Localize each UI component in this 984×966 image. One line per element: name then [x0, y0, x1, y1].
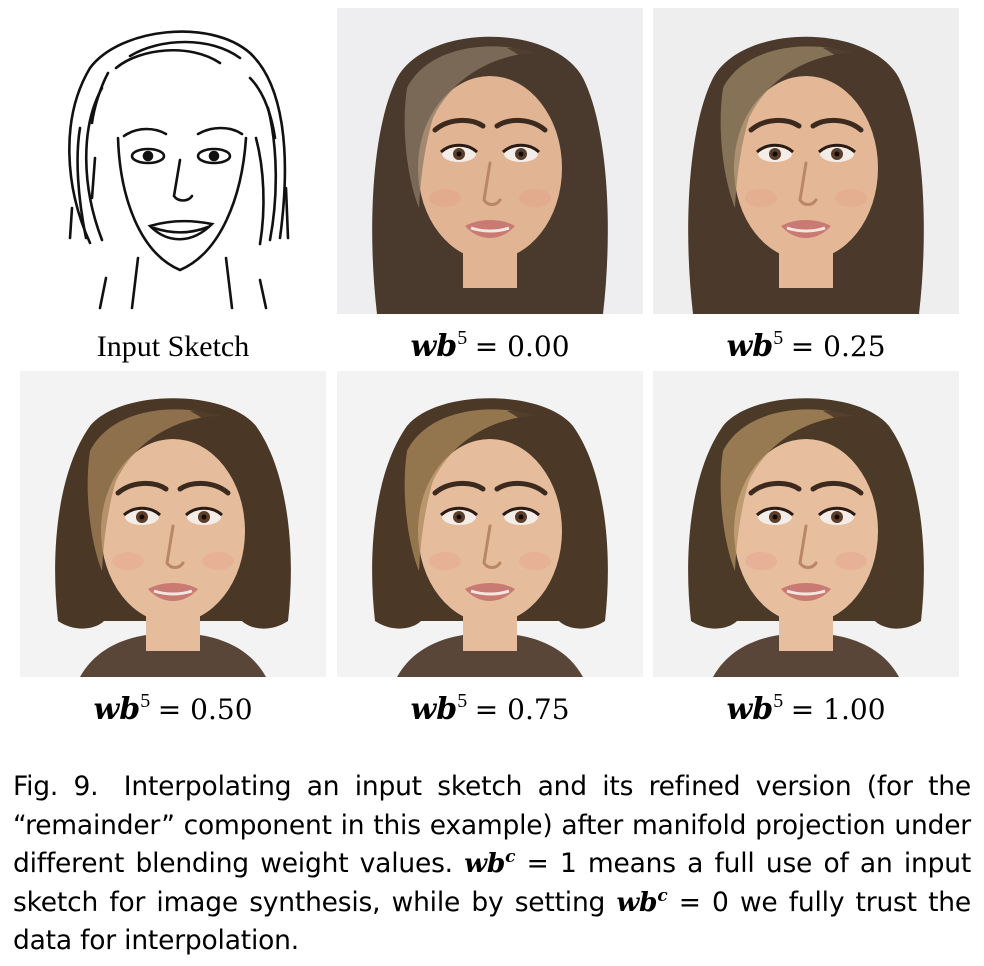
math-var: wb: [616, 886, 658, 918]
face-portrait: [20, 371, 326, 677]
math-var: wb: [410, 329, 458, 364]
math-eq: = 1.00: [790, 693, 886, 726]
face-portrait: [337, 371, 643, 677]
face-portrait: [653, 8, 959, 314]
cheek-right: [835, 552, 867, 570]
caption-math-1: wbc: [464, 848, 515, 879]
cheek-left: [429, 552, 461, 570]
pupil-right: [518, 514, 524, 520]
pupil-right: [834, 514, 840, 520]
pupil-right: [834, 151, 840, 157]
label-wb-1-00: wb5 = 1.00: [653, 690, 959, 730]
cheek-left: [429, 189, 461, 207]
math-var: wb: [410, 692, 458, 727]
math-eq: = 0.75: [474, 693, 570, 726]
sketch-drawing: [20, 8, 326, 314]
math-eq: = 0.00: [474, 330, 570, 363]
caption-math-2: wbc: [616, 887, 667, 918]
result-image-wb-0-75: [337, 371, 643, 677]
figure-caption: Fig. 9. Interpolating an input sketch an…: [13, 768, 971, 961]
math-var: wb: [464, 848, 506, 879]
cheek-left: [745, 189, 777, 207]
cheek-right: [202, 552, 234, 570]
math-eq: = 0.50: [157, 693, 253, 726]
pupil-right: [201, 514, 207, 520]
math-eq: = 0.25: [790, 330, 886, 363]
math-sup: 5: [773, 690, 784, 712]
math-var: wb: [93, 692, 141, 727]
pupil-left: [772, 151, 778, 157]
math-sup: 5: [457, 690, 468, 712]
result-image-wb-0-00: [337, 8, 643, 314]
math-sup: 5: [140, 690, 151, 712]
label-wb-0-25: wb5 = 0.25: [653, 327, 959, 367]
result-image-wb-0-50: [20, 371, 326, 677]
input-sketch-image: [20, 8, 326, 314]
result-image-wb-1-00: [653, 371, 959, 677]
cheek-right: [519, 552, 551, 570]
pupil-right: [518, 151, 524, 157]
label-input-sketch: Input Sketch: [20, 327, 326, 367]
pupil-left: [456, 151, 462, 157]
result-image-wb-0-25: [653, 8, 959, 314]
label-text: Input Sketch: [96, 330, 250, 363]
cheek-left: [112, 552, 144, 570]
cheek-right: [835, 189, 867, 207]
pupil-left: [456, 514, 462, 520]
label-wb-0-50: wb5 = 0.50: [20, 690, 326, 730]
math-sup: c: [657, 885, 668, 906]
label-wb-0-75: wb5 = 0.75: [337, 690, 643, 730]
math-sup: c: [505, 847, 516, 867]
label-wb-0-00: wb5 = 0.00: [337, 327, 643, 367]
math-var: wb: [726, 692, 774, 727]
math-sup: 5: [457, 327, 468, 349]
face-portrait: [337, 8, 643, 314]
pupil-left: [772, 514, 778, 520]
pupil-left: [139, 514, 145, 520]
cheek-right: [519, 189, 551, 207]
math-var: wb: [726, 329, 774, 364]
cheek-left: [745, 552, 777, 570]
figure-number: Fig. 9.: [13, 771, 99, 802]
face-portrait: [653, 371, 959, 677]
math-sup: 5: [773, 327, 784, 349]
